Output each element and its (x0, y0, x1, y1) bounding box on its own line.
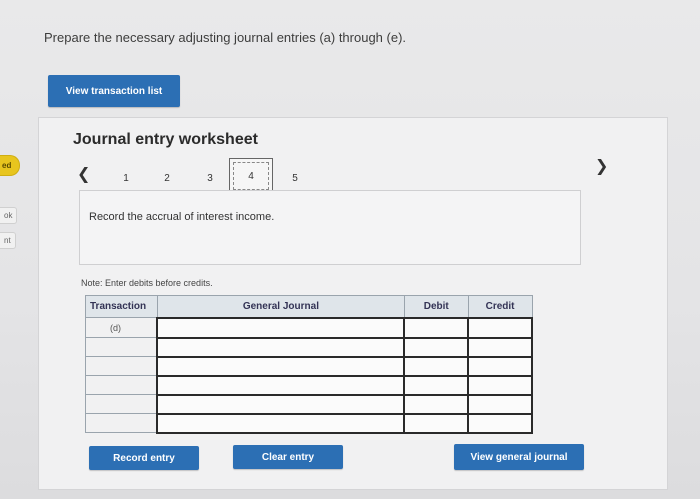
journal-entry-worksheet: Journal entry worksheet ❮ 1 2 3 4 5 ❯ Re… (38, 117, 668, 490)
record-entry-button[interactable]: Record entry (89, 446, 199, 470)
question-prompt: Prepare the necessary adjusting journal … (44, 30, 407, 45)
account-input[interactable] (156, 393, 406, 415)
step-4-label: 4 (248, 170, 254, 182)
chevron-right-icon[interactable]: ❯ (595, 156, 608, 176)
transaction-cell (85, 356, 158, 376)
view-transaction-list-button[interactable]: View transaction list (48, 75, 180, 107)
account-input[interactable] (156, 355, 406, 377)
instruction-box: Record the accrual of interest income. (79, 190, 581, 265)
header-debit: Debit (403, 295, 469, 318)
credit-input[interactable] (467, 336, 533, 358)
journal-table: Transaction General Journal Debit Credit… (85, 295, 533, 434)
table-row (85, 355, 533, 377)
worksheet-title: Journal entry worksheet (73, 131, 258, 148)
debit-input[interactable] (403, 393, 470, 415)
step-4-active[interactable]: 4 (229, 158, 273, 194)
step-2[interactable]: 2 (160, 173, 174, 184)
transaction-cell (85, 337, 158, 357)
transaction-cell: (d) (85, 317, 158, 338)
step-1[interactable]: 1 (119, 173, 133, 184)
credit-input[interactable] (467, 355, 533, 377)
credit-input[interactable] (467, 374, 533, 396)
transaction-cell (85, 375, 158, 395)
transaction-cell (85, 394, 158, 414)
transaction-cell (85, 413, 158, 433)
debit-input[interactable] (403, 316, 470, 339)
credit-input[interactable] (467, 412, 533, 434)
table-row (85, 336, 533, 358)
instruction-text: Record the accrual of interest income. (89, 211, 275, 223)
step-5[interactable]: 5 (288, 173, 302, 184)
header-general-journal: General Journal (156, 295, 405, 318)
table-row (85, 412, 533, 434)
credit-input[interactable] (467, 316, 533, 339)
header-transaction: Transaction (85, 295, 158, 318)
debit-input[interactable] (403, 336, 470, 358)
account-input[interactable] (156, 412, 406, 434)
side-tab-nt[interactable]: nt (0, 232, 16, 249)
debit-input[interactable] (403, 412, 470, 434)
side-tab-ok[interactable]: ok (0, 207, 18, 224)
side-tab-ed[interactable]: ed (0, 155, 21, 176)
account-input[interactable] (156, 316, 406, 339)
account-input[interactable] (156, 336, 406, 358)
note-text: Note: Enter debits before credits. (81, 278, 213, 288)
credit-input[interactable] (467, 393, 533, 415)
account-input[interactable] (156, 374, 406, 396)
table-row: (d) (85, 316, 533, 339)
debit-input[interactable] (403, 355, 470, 377)
table-row (85, 374, 533, 396)
step-3[interactable]: 3 (203, 173, 217, 184)
debit-input[interactable] (403, 374, 470, 396)
header-credit: Credit (467, 295, 533, 318)
view-general-journal-button[interactable]: View general journal (454, 444, 584, 470)
clear-entry-button[interactable]: Clear entry (233, 445, 343, 469)
table-row (85, 393, 533, 415)
chevron-left-icon[interactable]: ❮ (77, 164, 90, 184)
